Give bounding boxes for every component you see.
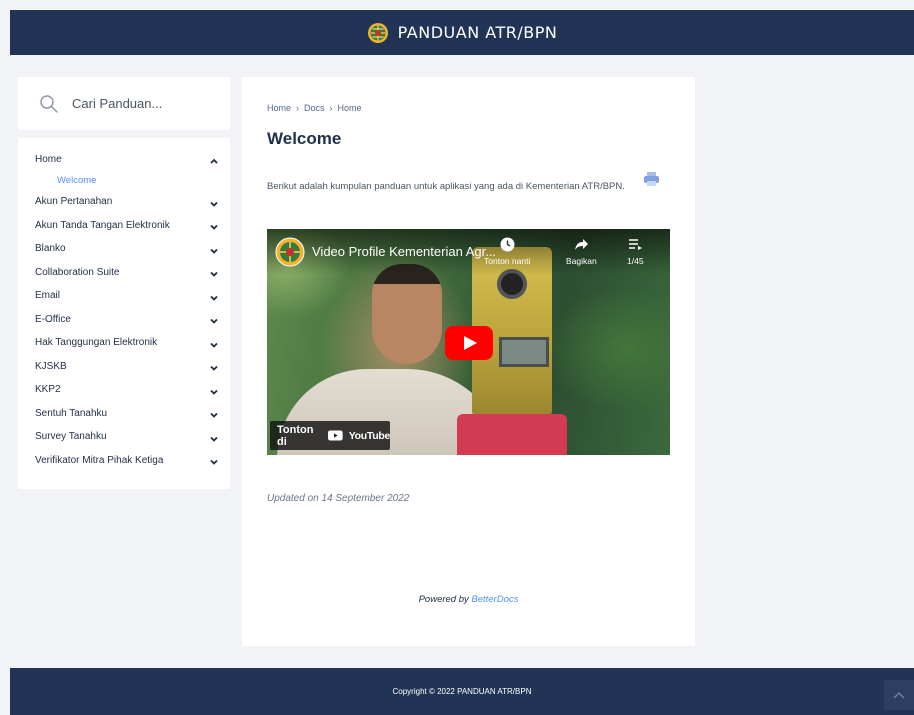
powered-prefix: Powered by [418, 594, 469, 605]
sidebar-item-label: E-Office [35, 313, 71, 325]
clock-icon [500, 237, 515, 252]
sidebar-item-home[interactable]: Home [18, 148, 230, 170]
chevron-down-icon[interactable] [209, 387, 219, 397]
page-title: Welcome [267, 129, 342, 148]
video-tripod [457, 414, 567, 455]
sidebar-item-label: Collaboration Suite [35, 266, 120, 278]
sidebar-item-label: KJSKB [35, 360, 67, 372]
sidebar-item-kkp2[interactable]: KKP2 [18, 378, 230, 402]
watch-on-youtube-button[interactable]: Tonton di YouTube [270, 421, 390, 450]
chevron-down-icon[interactable] [209, 199, 219, 209]
chevron-down-icon[interactable] [209, 340, 219, 350]
doc-content: Home › Docs › Home Welcome Berikut adala… [242, 77, 695, 646]
watch-on-label: Tonton di [277, 423, 314, 448]
breadcrumb-home[interactable]: Home [267, 103, 291, 113]
playlist-button[interactable]: 1/45 [627, 237, 644, 266]
watch-later-button[interactable]: Tonton nanti [484, 237, 530, 266]
atr-bpn-globe-logo [367, 22, 388, 43]
channel-logo-icon[interactable] [275, 237, 305, 267]
playlist-count: 1/45 [627, 256, 644, 266]
chevron-down-icon[interactable] [209, 316, 219, 326]
share-icon [574, 239, 588, 250]
sidebar-item-sentuh-tanahku[interactable]: Sentuh Tanahku [18, 402, 230, 426]
scroll-to-top-button[interactable] [884, 680, 914, 710]
sidebar-subitem-welcome[interactable]: Welcome [18, 170, 230, 190]
chevron-down-icon[interactable] [209, 410, 219, 420]
chevron-right-icon: › [296, 103, 300, 113]
chevron-down-icon[interactable] [209, 363, 219, 373]
sidebar-item-kjskb[interactable]: KJSKB [18, 355, 230, 379]
video-person-face [372, 264, 442, 364]
chevron-up-icon[interactable] [209, 156, 219, 166]
chevron-up-icon [893, 691, 905, 699]
intro-text: Berikut adalah kumpulan panduan untuk ap… [267, 181, 625, 192]
breadcrumb-current: Home [337, 103, 362, 113]
sidebar-item-collaboration-suite[interactable]: Collaboration Suite [18, 261, 230, 285]
chevron-down-icon[interactable] [209, 222, 219, 232]
docs-sidebar: Home Welcome Akun Pertanahan Akun Tanda … [18, 138, 230, 489]
sidebar-item-verifikator[interactable]: Verifikator Mitra Pihak Ketiga [18, 449, 230, 473]
video-instrument-screen [499, 337, 549, 367]
sidebar-item-label: Sentuh Tanahku [35, 407, 108, 419]
chevron-right-icon: › [329, 103, 333, 113]
print-icon[interactable] [643, 171, 660, 187]
sidebar-item-e-office[interactable]: E-Office [18, 308, 230, 332]
sidebar-item-label: Hak Tanggungan Elektronik [35, 337, 158, 349]
brand[interactable]: PANDUAN ATR/BPN [367, 22, 558, 44]
sidebar-item-hak-tanggungan[interactable]: Hak Tanggungan Elektronik [18, 331, 230, 355]
share-button[interactable]: Bagikan [566, 237, 597, 266]
chevron-down-icon[interactable] [209, 434, 219, 444]
copyright-text: Copyright © 2022 PANDUAN ATR/BPN [392, 687, 532, 696]
betterdocs-link[interactable]: BetterDocs [471, 594, 518, 605]
sidebar-item-label: Home [35, 153, 62, 165]
watch-later-label: Tonton nanti [484, 256, 531, 266]
youtube-logo-icon [328, 430, 343, 441]
video-player[interactable]: Video Profile Kementerian Agr... Tonton … [267, 229, 670, 455]
sidebar-item-survey-tanahku[interactable]: Survey Tanahku [18, 425, 230, 449]
site-footer: Copyright © 2022 PANDUAN ATR/BPN [10, 668, 914, 715]
sidebar-item-blanko[interactable]: Blanko [18, 237, 230, 261]
sidebar-item-label: Verifikator Mitra Pihak Ketiga [35, 454, 164, 466]
youtube-wordmark: YouTube [348, 429, 391, 442]
breadcrumb-docs[interactable]: Docs [304, 103, 325, 113]
share-label: Bagikan [566, 256, 597, 266]
sidebar-item-akun-pertanahan[interactable]: Akun Pertanahan [18, 190, 230, 214]
sidebar-item-email[interactable]: Email [18, 284, 230, 308]
sidebar-item-label: Survey Tanahku [35, 431, 107, 443]
site-title: PANDUAN ATR/BPN [397, 23, 558, 42]
sidebar-item-akun-tte[interactable]: Akun Tanda Tangan Elektronik [18, 214, 230, 238]
search-box[interactable]: Cari Panduan... [18, 77, 230, 130]
powered-by: Powered by BetterDocs [242, 594, 695, 605]
breadcrumb: Home › Docs › Home [267, 103, 362, 113]
search-icon [40, 94, 58, 113]
updated-date: Updated on 14 September 2022 [267, 493, 410, 504]
play-button-icon[interactable] [445, 326, 493, 360]
playlist-icon [628, 239, 642, 250]
sidebar-item-label: Akun Pertanahan [35, 196, 113, 208]
chevron-down-icon[interactable] [209, 246, 219, 256]
chevron-down-icon[interactable] [209, 457, 219, 467]
search-input[interactable]: Cari Panduan... [72, 96, 162, 111]
video-title[interactable]: Video Profile Kementerian Agr... [312, 244, 496, 259]
sidebar-item-label: Akun Tanda Tangan Elektronik [35, 219, 170, 231]
site-header: PANDUAN ATR/BPN [10, 10, 914, 55]
chevron-down-icon[interactable] [209, 293, 219, 303]
chevron-down-icon[interactable] [209, 269, 219, 279]
sidebar-item-label: Email [35, 290, 61, 302]
sidebar-item-label: Blanko [35, 243, 66, 255]
sidebar-item-label: KKP2 [35, 384, 61, 396]
